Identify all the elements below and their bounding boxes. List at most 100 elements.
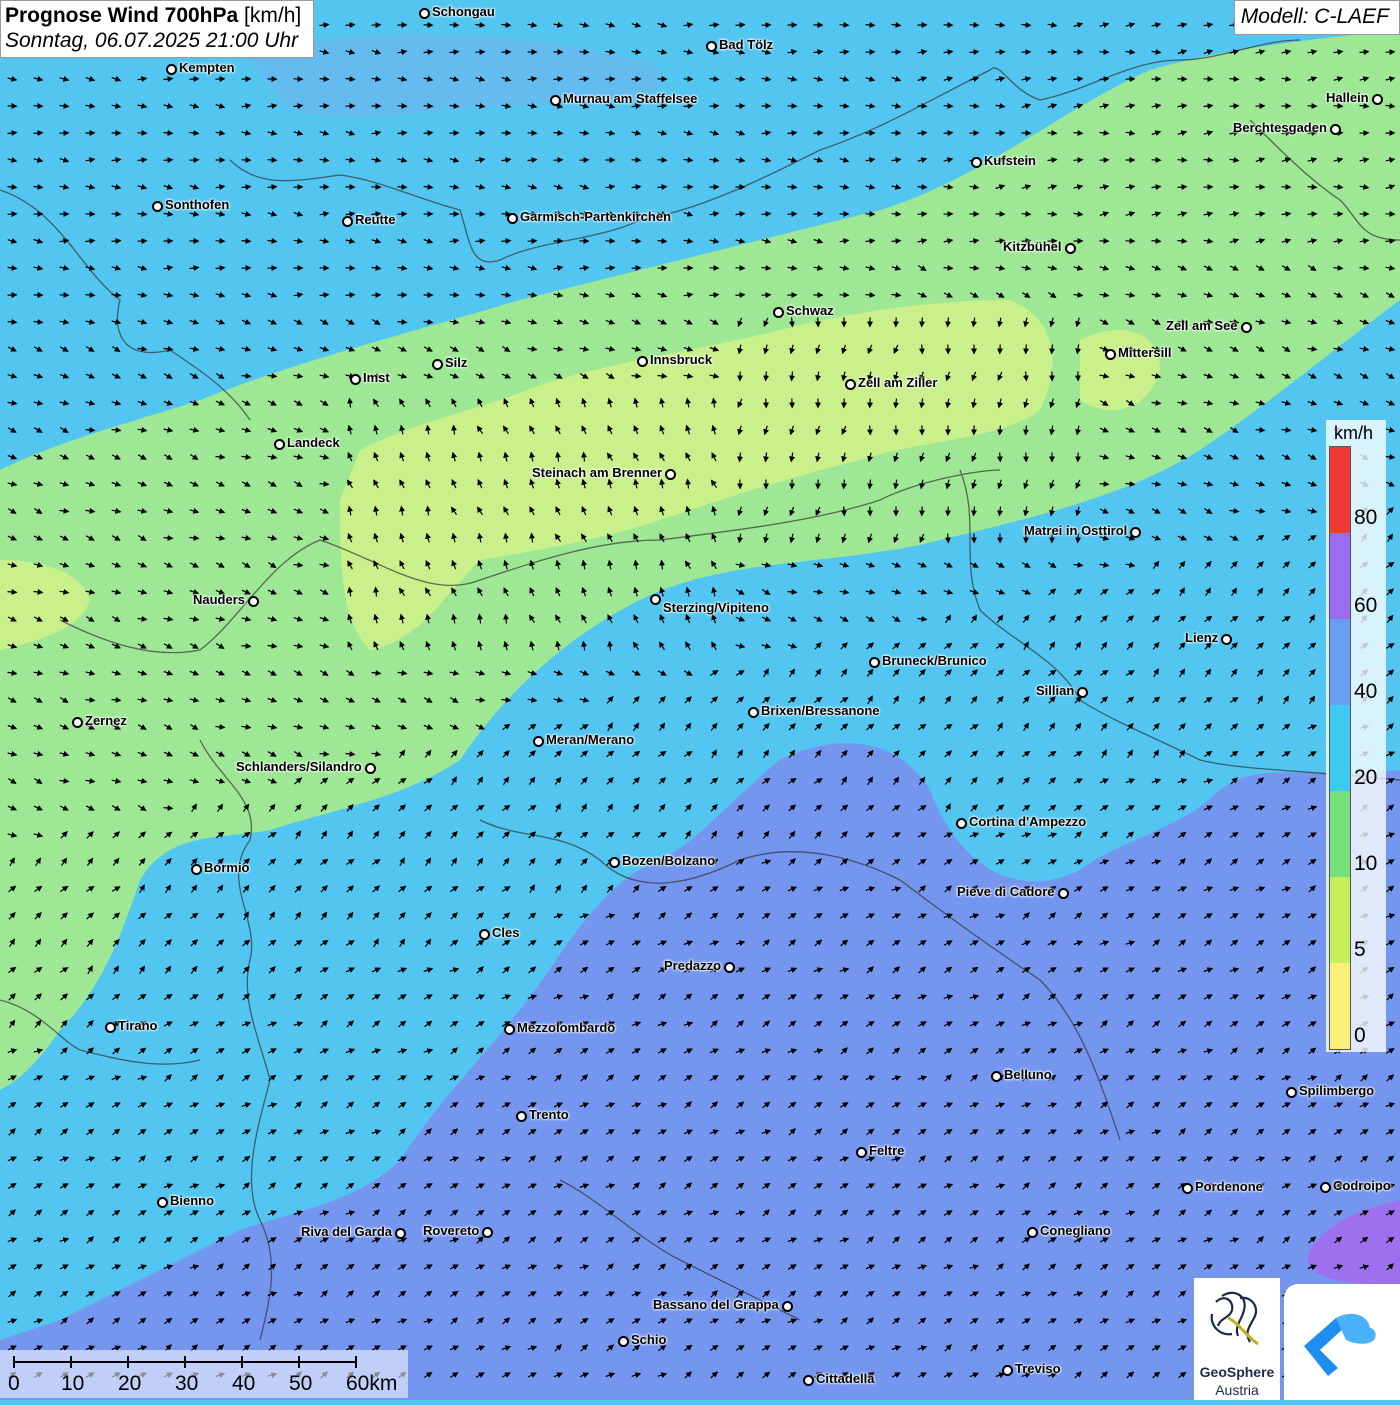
- city-label: Pordenone: [1195, 1179, 1263, 1194]
- city-marker: [971, 157, 982, 168]
- wind-arrow: [996, 52, 1005, 53]
- city-label: Pieve di Cadore: [957, 884, 1055, 899]
- city-label: Sonthofen: [165, 197, 229, 212]
- legend-color-segment: [1330, 705, 1350, 791]
- legend-color-segment: [1330, 619, 1350, 705]
- wind-arrow: [164, 133, 173, 134]
- city-marker: [1065, 243, 1076, 254]
- wind-arrow: [476, 700, 485, 701]
- wind-arrow: [866, 295, 875, 296]
- legend-colorbar: [1329, 446, 1351, 1050]
- legend-tick-label: 40: [1354, 680, 1377, 704]
- city-marker: [274, 439, 285, 450]
- map-title: Prognose Wind 700hPa [km/h]: [5, 4, 301, 28]
- scale-label: 50: [289, 1372, 312, 1396]
- wind-arrow: [8, 214, 17, 215]
- wind-arrow: [1074, 133, 1083, 134]
- wind-arrow: [86, 295, 95, 296]
- city-label: Steinach am Brenner: [532, 465, 662, 480]
- city-label: Schwaz: [786, 303, 834, 318]
- wind-arrow: [346, 295, 355, 296]
- city-label: Lienz: [1185, 630, 1218, 645]
- city-label: Bad Tölz: [719, 37, 773, 52]
- city-label: Landeck: [287, 435, 340, 450]
- wind-arrow: [870, 426, 871, 435]
- wind-arrow: [580, 79, 589, 80]
- city-label: Trento: [529, 1107, 569, 1122]
- legend-tick-label: 10: [1354, 852, 1377, 876]
- legend-tick-label: 80: [1354, 506, 1377, 530]
- wind-arrow: [268, 160, 277, 161]
- wind-arrow: [1100, 484, 1109, 485]
- city-label: Hallein: [1326, 90, 1369, 105]
- city-label: Murnau am Staffelsee: [563, 91, 697, 106]
- wind-arrow: [844, 507, 845, 516]
- city-marker: [706, 41, 717, 52]
- wind-arrow: [922, 318, 923, 327]
- wind-arrow: [632, 268, 641, 269]
- wind-arrow: [398, 187, 407, 188]
- city-label: Zell am See: [1166, 318, 1238, 333]
- app-logo-icon: [1284, 1284, 1400, 1400]
- wind-arrow: [190, 79, 199, 80]
- app-logo[interactable]: [1284, 1284, 1400, 1400]
- city-label: Matrei in Osttirol: [1024, 523, 1127, 538]
- wind-arrow: [892, 241, 901, 242]
- wind-arrow: [398, 322, 407, 323]
- wind-arrow: [34, 106, 43, 107]
- wind-arrow: [580, 52, 589, 53]
- city-marker: [1058, 888, 1069, 899]
- wind-arrow: [788, 214, 797, 215]
- wind-arrow: [632, 241, 641, 242]
- wind-arrow: [268, 187, 277, 188]
- legend-tick-label: 60: [1354, 594, 1377, 618]
- wind-arrow: [948, 534, 949, 543]
- city-marker: [773, 307, 784, 318]
- city-marker: [1286, 1087, 1297, 1098]
- legend-tick-label: 0: [1354, 1024, 1366, 1048]
- forecast-date: Sonntag, 06.07.2025 21:00 Uhr: [5, 29, 301, 53]
- wind-arrow: [1178, 160, 1187, 161]
- wind-arrow: [736, 295, 745, 296]
- wind-arrow: [866, 52, 875, 53]
- wind-arrow: [8, 592, 17, 593]
- wind-arrow: [242, 376, 251, 377]
- city-marker: [248, 596, 259, 607]
- geosphere-country: Austria: [1194, 1382, 1280, 1398]
- city-marker: [956, 818, 967, 829]
- city-label: Riva del Garda: [301, 1224, 392, 1239]
- wind-arrow: [1100, 52, 1109, 53]
- wind-arrow: [1230, 79, 1239, 80]
- legend-color-segment: [1330, 791, 1350, 877]
- wind-arrow: [1386, 52, 1395, 53]
- city-label: Mezzolombardo: [517, 1020, 615, 1035]
- wind-arrow: [710, 106, 719, 107]
- city-marker: [665, 469, 676, 480]
- city-marker: [1330, 124, 1341, 135]
- wind-arrow: [710, 79, 719, 80]
- geosphere-logo[interactable]: GeoSphere Austria: [1194, 1278, 1280, 1400]
- wind-arrow: [658, 187, 667, 188]
- wind-arrow: [398, 214, 407, 215]
- city-marker: [869, 657, 880, 668]
- wind-arrow: [554, 133, 563, 134]
- city-label: Schio: [631, 1332, 666, 1347]
- wind-arrow: [476, 295, 485, 296]
- city-marker: [637, 356, 648, 367]
- city-label: Bozen/Bolzano: [622, 853, 715, 868]
- scale-label: 0: [8, 1372, 20, 1396]
- wind-arrow: [86, 700, 95, 701]
- map-title-bold: Prognose Wind 700hPa: [5, 4, 238, 27]
- wind-arrow: [1256, 430, 1265, 431]
- legend-unit: km/h: [1334, 423, 1373, 444]
- wind-arrow: [918, 214, 927, 215]
- wind-arrow: [346, 25, 355, 26]
- wind-arrow: [1334, 268, 1343, 269]
- city-label: Mittersill: [1118, 345, 1171, 360]
- scale-label: 10: [61, 1372, 84, 1396]
- city-marker: [991, 1071, 1002, 1082]
- city-marker: [1105, 349, 1116, 360]
- city-marker: [432, 359, 443, 370]
- legend-color-segment: [1330, 533, 1350, 619]
- wind-arrow: [866, 25, 875, 26]
